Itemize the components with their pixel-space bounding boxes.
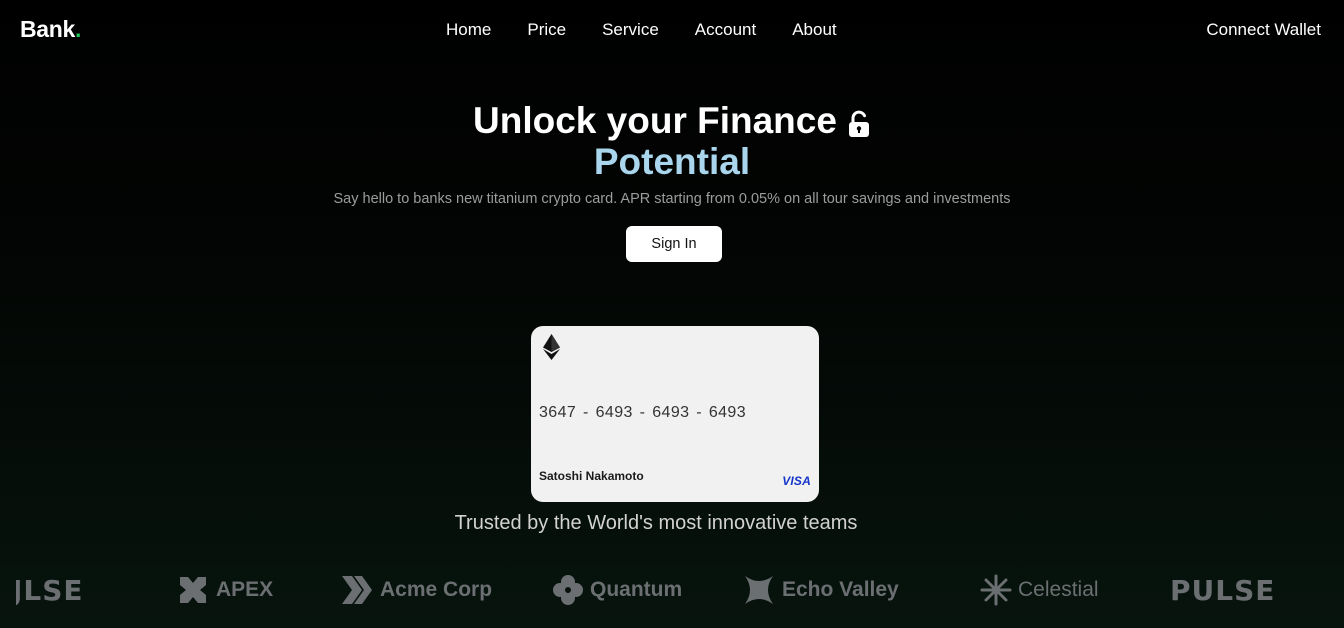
hero-title: Unlock your Finance [0, 100, 1344, 142]
logo-echo-valley-text: Echo Valley [782, 578, 899, 601]
hero-title-line2: Potential [593, 141, 751, 182]
main-menu: Home Price Service Account About [446, 20, 837, 40]
trusted-heading: Trusted by the World's most innovative t… [454, 512, 858, 534]
top-navbar: Bank. Home Price Service Account About C… [0, 0, 1344, 60]
unlock-icon [848, 110, 869, 137]
apex-icon [180, 577, 206, 603]
brand-dot: . [75, 16, 82, 42]
logo-celestial: Celestial [980, 568, 1099, 612]
logo-acme-corp: Acme Corp [340, 568, 492, 612]
sign-in-button[interactable]: Sign In [626, 226, 722, 262]
hero-subtitle: Say hello to banks new titanium crypto c… [333, 191, 1011, 207]
brand-name: Bank [20, 16, 76, 42]
nav-link-account[interactable]: Account [695, 20, 756, 40]
ethereum-icon [543, 334, 560, 360]
partner-logos-strip: JLSE APEX Acme Corp Quantum Echo Valley [16, 568, 1296, 612]
logo-echo-valley: Echo Valley [742, 568, 899, 612]
logo-quantum-text: Quantum [590, 578, 683, 601]
connect-wallet-button[interactable]: Connect Wallet [1206, 20, 1321, 40]
logo-celestial-text: Celestial [1018, 578, 1099, 601]
logo-pulse-partial-text: JLSE [16, 573, 84, 607]
card-number: 3647 - 6493 - 6493 - 6493 [539, 404, 747, 421]
brand-logo[interactable]: Bank. [20, 16, 81, 43]
hero-title-line1: Unlock your Finance [473, 100, 837, 141]
nav-link-home[interactable]: Home [446, 20, 491, 40]
nav-link-price[interactable]: Price [527, 20, 566, 40]
echo-x-icon [745, 576, 773, 604]
visa-logo: VISA [782, 474, 811, 488]
logo-pulse: PULSE [1170, 568, 1275, 612]
logo-apex-text: APEX [216, 578, 274, 601]
acme-chevron-icon [342, 576, 372, 604]
logo-acme-text: Acme Corp [380, 578, 493, 601]
nav-link-service[interactable]: Service [602, 20, 659, 40]
logo-pulse-partial: JLSE [16, 568, 84, 612]
celestial-star-icon [980, 574, 1012, 606]
crypto-card: 3647 - 6493 - 6493 - 6493 Satoshi Nakamo… [531, 326, 819, 502]
logo-pulse-text: PULSE [1170, 573, 1276, 607]
logo-quantum: Quantum [552, 568, 682, 612]
logo-apex: APEX [176, 568, 273, 612]
quantum-flower-icon [553, 575, 583, 605]
card-holder-name: Satoshi Nakamoto [539, 469, 644, 483]
nav-link-about[interactable]: About [792, 20, 836, 40]
